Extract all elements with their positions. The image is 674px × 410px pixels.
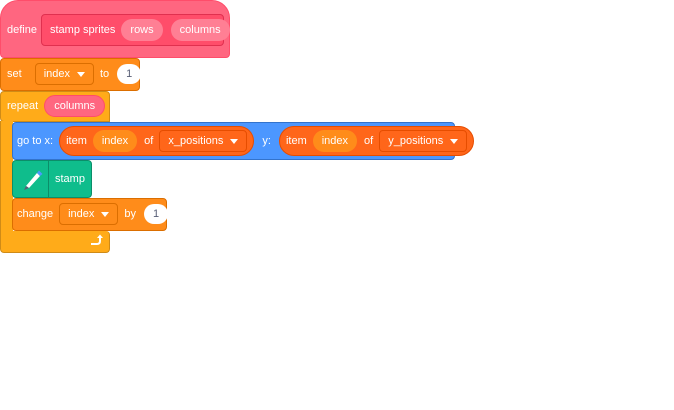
item-label: item xyxy=(285,135,307,147)
stamp-label: stamp xyxy=(55,173,85,185)
repeat-row: repeat columns xyxy=(7,95,106,117)
pen-extension-divider xyxy=(48,161,49,197)
procedure-name: stamp sprites xyxy=(49,24,116,36)
dropdown-caret-icon xyxy=(230,138,239,144)
repeat-keyword: repeat xyxy=(7,100,39,112)
goto-row: go to x: item index of x_positions y: it… xyxy=(17,125,475,157)
variable-dropdown[interactable]: index xyxy=(34,63,94,85)
define-row: define stamp sprites rows columns xyxy=(7,19,230,41)
set-keyword: set xyxy=(7,68,22,80)
x-list-name: x_positions xyxy=(168,135,224,147)
x-index-reporter[interactable]: index xyxy=(92,130,138,152)
variable-name: index xyxy=(68,208,95,220)
y-item-reporter[interactable]: item index of y_positions xyxy=(278,126,475,156)
y-label: y: xyxy=(262,135,271,147)
of-label: of xyxy=(144,135,154,147)
of-label: of xyxy=(364,135,374,147)
param-rows[interactable]: rows xyxy=(121,19,163,41)
change-value-input[interactable]: 1 xyxy=(144,204,169,224)
y-list-name: y_positions xyxy=(388,135,444,147)
x-list-dropdown[interactable]: x_positions xyxy=(159,130,248,152)
dropdown-caret-icon xyxy=(101,211,110,217)
set-row: set index to 1 xyxy=(7,63,142,85)
variable-dropdown[interactable]: index xyxy=(59,203,119,225)
change-row: change index by 1 xyxy=(17,203,169,225)
pen-icon xyxy=(21,167,45,191)
y-list-dropdown[interactable]: y_positions xyxy=(379,130,468,152)
change-keyword: change xyxy=(17,208,54,220)
set-value-input[interactable]: 1 xyxy=(117,64,142,84)
to-label: to xyxy=(99,68,110,80)
repeat-count-reporter[interactable]: columns xyxy=(44,95,106,117)
dropdown-caret-icon xyxy=(450,138,459,144)
item-label: item xyxy=(66,135,87,147)
define-keyword: define xyxy=(7,24,37,36)
by-label: by xyxy=(124,208,137,220)
dropdown-caret-icon xyxy=(76,71,85,77)
variable-name: index xyxy=(43,68,70,80)
param-columns[interactable]: columns xyxy=(170,19,230,41)
y-index-reporter[interactable]: index xyxy=(312,130,358,152)
loop-arrow-icon xyxy=(89,233,103,247)
goto-label: go to x: xyxy=(17,135,54,147)
x-item-reporter[interactable]: item index of x_positions xyxy=(59,126,255,156)
